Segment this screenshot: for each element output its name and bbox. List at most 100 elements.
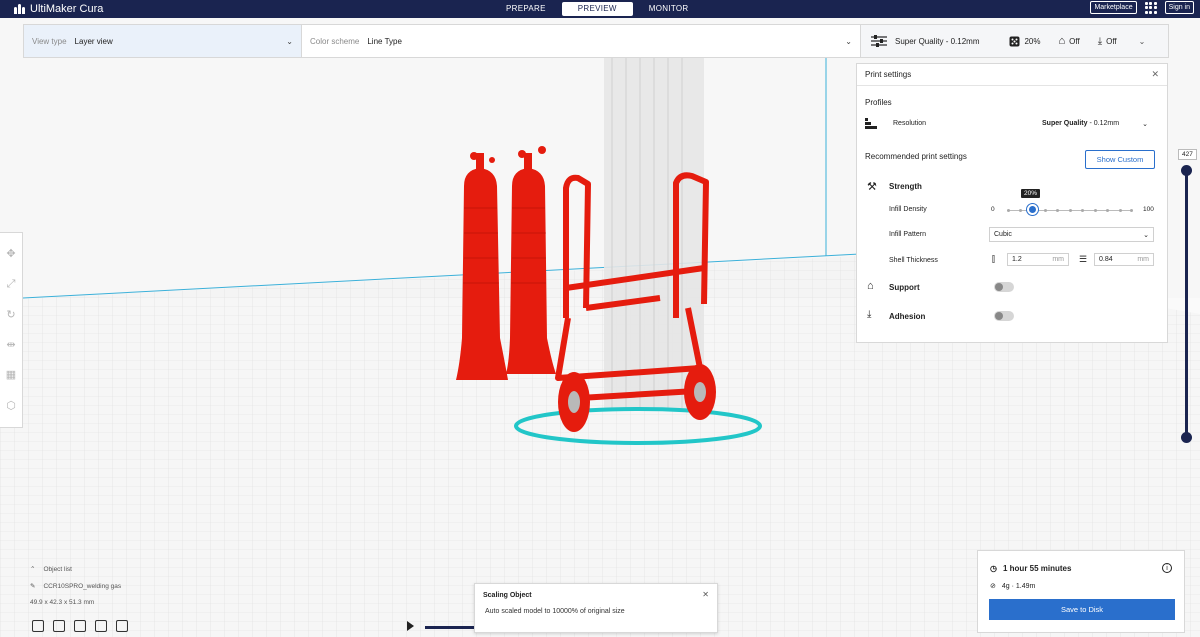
layer-slider-bottom-handle[interactable] bbox=[1181, 432, 1192, 443]
resolution-icon bbox=[865, 118, 877, 129]
left-view-icon[interactable] bbox=[95, 620, 107, 632]
support-blocker-icon[interactable]: ⬡ bbox=[4, 399, 18, 413]
top-bottom-thickness-input[interactable]: 0.84 mm bbox=[1094, 253, 1154, 266]
mirror-tool-icon[interactable]: ⇹ bbox=[4, 338, 18, 352]
right-view-icon[interactable] bbox=[116, 620, 128, 632]
infill-slider-handle[interactable] bbox=[1027, 204, 1038, 215]
info-icon[interactable]: i bbox=[1162, 563, 1172, 573]
wall-thickness-icon: ⫿ bbox=[992, 254, 995, 264]
object-name: CCR10SPRO_welding gas bbox=[43, 582, 122, 590]
sliders-icon bbox=[871, 35, 887, 47]
support-toggle[interactable] bbox=[994, 282, 1014, 292]
move-tool-icon[interactable]: ✥ bbox=[4, 247, 18, 261]
simulation-path-slider[interactable] bbox=[425, 626, 475, 629]
infill-pattern-value: Cubic bbox=[994, 231, 1012, 238]
panel-title: Print settings bbox=[865, 70, 912, 79]
top-bar: UltiMaker Cura PREPARE PREVIEW MONITOR M… bbox=[0, 0, 1200, 18]
object-list-toggle[interactable]: ⌃ Object list bbox=[30, 565, 121, 574]
infill-density-label: Infill Density bbox=[889, 206, 927, 213]
rotate-tool-icon[interactable]: ↻ bbox=[4, 308, 18, 322]
support-icon: ⌂ bbox=[867, 280, 874, 292]
wall-thickness-input[interactable]: 1.2 mm bbox=[1007, 253, 1069, 266]
top-bottom-thickness-value: 0.84 bbox=[1099, 256, 1113, 263]
support-icon: ⌂ bbox=[1058, 35, 1066, 47]
3d-view-icon[interactable] bbox=[32, 620, 44, 632]
shell-thickness-label: Shell Thickness bbox=[889, 257, 938, 264]
close-icon[interactable]: ✕ bbox=[1151, 69, 1159, 80]
adhesion-value: Off bbox=[1106, 36, 1117, 46]
left-toolbar: ✥ ⤢ ↻ ⇹ ▦ ⬡ bbox=[0, 232, 23, 428]
resolution-quality: Super Quality bbox=[1042, 120, 1088, 127]
infill-summary: 20% bbox=[1009, 36, 1041, 47]
view-type-label: View type bbox=[32, 36, 67, 46]
scaling-notification: Scaling Object Auto scaled model to 1000… bbox=[474, 583, 718, 633]
support-heading: Support bbox=[889, 283, 920, 292]
support-summary: ⌂ Off bbox=[1059, 35, 1080, 47]
infill-slider-track[interactable] bbox=[1007, 209, 1133, 212]
infill-max-label: 100 bbox=[1143, 206, 1154, 213]
layer-slider-top-handle[interactable] bbox=[1181, 165, 1192, 176]
support-value: Off bbox=[1069, 36, 1080, 46]
infill-pattern-dropdown[interactable]: Cubic ⌄ bbox=[989, 227, 1154, 242]
top-view-icon[interactable] bbox=[74, 620, 86, 632]
app-title: UltiMaker Cura bbox=[30, 3, 104, 15]
app-logo: UltiMaker Cura bbox=[0, 3, 103, 15]
hammer-icon: ⚒ bbox=[867, 181, 877, 193]
notification-message: Auto scaled model to 10000% of original … bbox=[485, 608, 625, 615]
print-time: 1 hour 55 minutes bbox=[1002, 564, 1072, 573]
chevron-down-icon: ⌄ bbox=[286, 37, 293, 46]
adhesion-icon: ⤓ bbox=[1097, 35, 1103, 47]
tab-monitor[interactable]: MONITOR bbox=[633, 0, 705, 18]
close-icon[interactable]: ✕ bbox=[702, 590, 709, 599]
chevron-down-icon: ⌄ bbox=[1138, 36, 1146, 46]
clock-icon: ◷ bbox=[990, 564, 997, 573]
apps-grid-icon[interactable] bbox=[1144, 1, 1157, 14]
stage-tabs: PREPARE PREVIEW MONITOR bbox=[490, 0, 704, 18]
chevron-down-icon: ⌄ bbox=[1142, 120, 1148, 128]
material-amount: 4g · 1.49m bbox=[1001, 582, 1036, 590]
color-scheme-dropdown[interactable]: Color scheme Line Type ⌄ bbox=[301, 25, 860, 57]
tab-preview[interactable]: PREVIEW bbox=[561, 2, 633, 16]
layer-slider-track[interactable] bbox=[1185, 170, 1188, 437]
resolution-dropdown[interactable]: Super Quality - 0.12mm ⌄ bbox=[1037, 116, 1153, 131]
top-bottom-thickness-icon: ☰ bbox=[1079, 254, 1088, 264]
tab-prepare[interactable]: PREPARE bbox=[490, 0, 562, 18]
marketplace-button[interactable]: Marketplace bbox=[1090, 1, 1137, 14]
spool-icon: ⊘ bbox=[990, 583, 996, 590]
profiles-heading: Profiles bbox=[865, 98, 892, 107]
infill-tooltip: 20% bbox=[1021, 189, 1041, 198]
play-icon[interactable] bbox=[407, 621, 414, 631]
adhesion-toggle[interactable] bbox=[994, 311, 1014, 321]
adhesion-icon: ⤓ bbox=[867, 309, 872, 320]
show-custom-button[interactable]: Show Custom bbox=[1085, 150, 1155, 169]
layer-number[interactable]: 427 bbox=[1178, 149, 1197, 160]
wall-unit: mm bbox=[1052, 256, 1064, 263]
object-name-row[interactable]: ✎ CCR10SPRO_welding gas bbox=[30, 582, 122, 591]
adhesion-heading: Adhesion bbox=[889, 312, 926, 321]
print-time-row: ◷ 1 hour 55 minutes bbox=[990, 564, 1071, 573]
infill-pattern-label: Infill Pattern bbox=[889, 231, 926, 238]
view-type-dropdown[interactable]: View type Layer view ⌄ bbox=[24, 25, 301, 57]
save-to-disk-button[interactable]: Save to Disk bbox=[989, 599, 1175, 620]
wall-thickness-value: 1.2 bbox=[1012, 256, 1022, 263]
per-model-settings-icon[interactable]: ▦ bbox=[4, 368, 18, 382]
chevron-down-icon: ⌄ bbox=[1143, 231, 1149, 239]
object-dimensions: 49.9 x 42.3 x 51.3 mm bbox=[30, 599, 95, 606]
material-row: ⊘ 4g · 1.49m bbox=[990, 582, 1036, 591]
chevron-down-icon: ⌄ bbox=[845, 37, 852, 46]
infill-value: 20% bbox=[1024, 36, 1041, 46]
infill-min-label: 0 bbox=[991, 206, 995, 213]
object-list: ⌃ Object list ✎ CCR10SPRO_welding gas 49… bbox=[30, 565, 121, 615]
sign-in-button[interactable]: Sign in bbox=[1164, 1, 1194, 14]
infill-icon bbox=[1009, 36, 1020, 46]
chevron-up-icon: ⌃ bbox=[30, 566, 36, 573]
front-view-icon[interactable] bbox=[53, 620, 65, 632]
print-estimate-card: ◷ 1 hour 55 minutes ⊘ 4g · 1.49m i Save … bbox=[977, 550, 1185, 633]
panel-header: Print settings ✕ bbox=[857, 64, 1167, 86]
print-setup-selector[interactable]: Super Quality - 0.12mm 20% ⌂ Off ⤓ Off ⌄ bbox=[860, 25, 1168, 57]
scale-tool-icon[interactable]: ⤢ bbox=[4, 277, 18, 291]
adhesion-summary: ⤓ Off bbox=[1098, 36, 1117, 47]
ultimaker-logo-icon bbox=[14, 4, 26, 14]
view-header-bar: View type Layer view ⌄ Color scheme Line… bbox=[23, 24, 1169, 58]
print-settings-panel: Print settings ✕ Profiles Resolution Sup… bbox=[856, 63, 1168, 343]
